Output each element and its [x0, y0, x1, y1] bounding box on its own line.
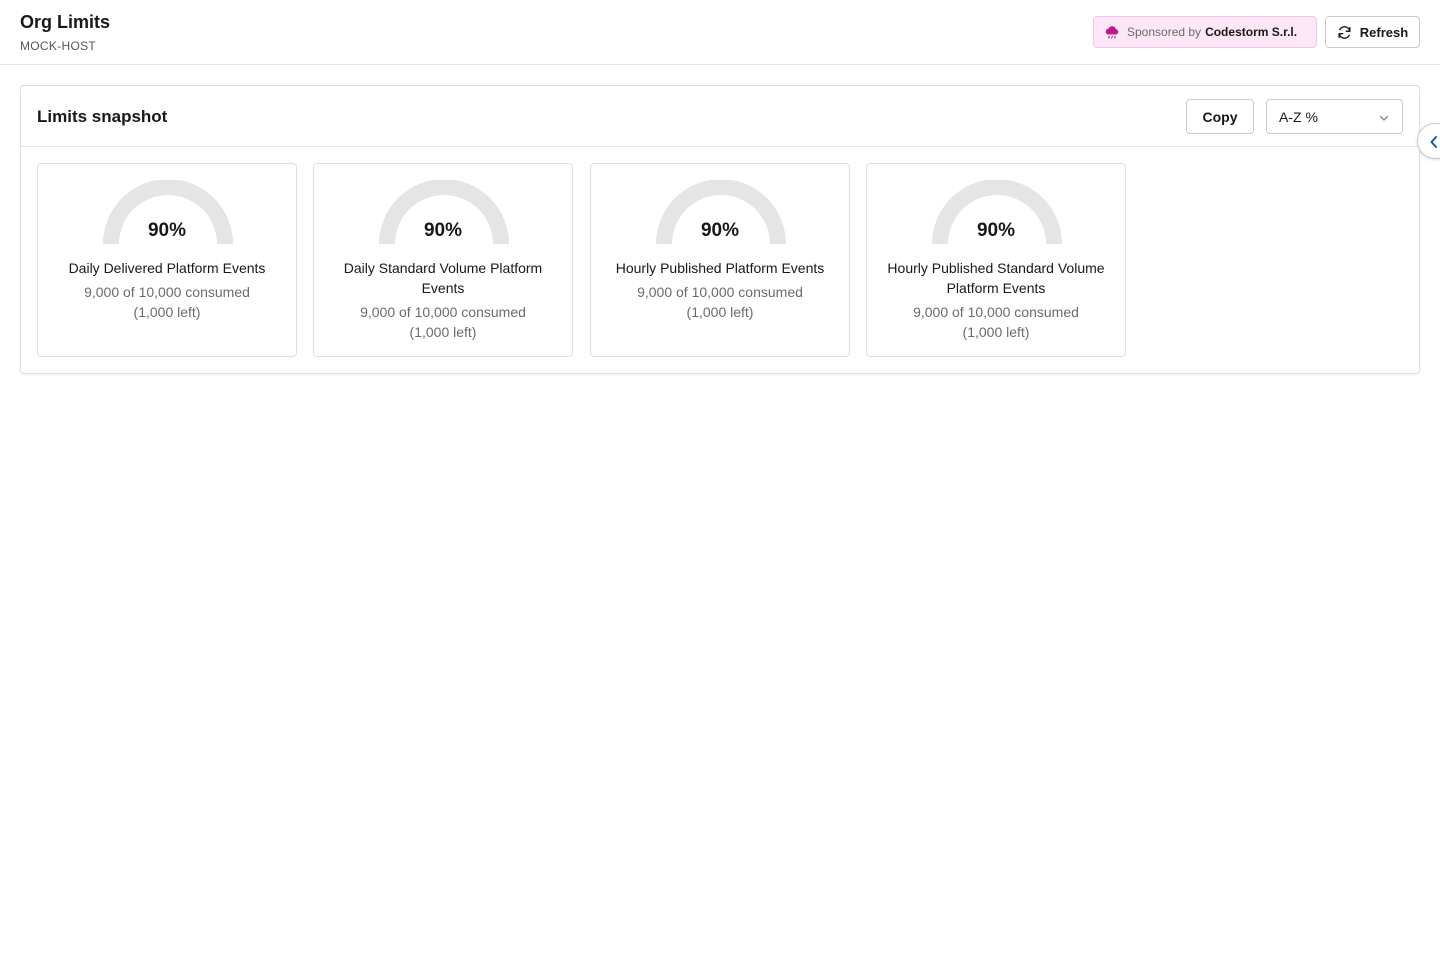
host-name: MOCK-HOST	[20, 39, 97, 53]
limit-name: Daily Standard Volume Platform Events	[343, 260, 543, 296]
copy-button[interactable]: Copy	[1186, 99, 1254, 134]
usage-percent: 90%	[700, 220, 740, 241]
cloud-code-icon	[1105, 26, 1119, 39]
limit-usage: 9,000 of 10,000 consumed	[913, 304, 1079, 320]
usage-percent: 90%	[423, 220, 463, 241]
sponsor-prefix: Sponsored by	[1127, 25, 1202, 39]
card-title: Limits snapshot	[37, 107, 168, 126]
sort-select[interactable]: A-Z %	[1266, 99, 1403, 134]
sort-value: A-Z %	[1279, 108, 1318, 125]
refresh-label: Refresh	[1359, 24, 1409, 40]
limit-name: Hourly Published Platform Events	[615, 260, 825, 276]
limit-remaining: (1,000 left)	[133, 304, 201, 320]
limit-tile: 90% Hourly Published Standard Volume Plat…	[866, 163, 1126, 357]
chevron-down-icon	[1379, 115, 1389, 121]
usage-percent: 90%	[976, 220, 1016, 241]
usage-percent: 90%	[147, 220, 187, 241]
limits-snapshot-card: Limits snapshot Copy A-Z % 90% Daily Deli…	[20, 85, 1420, 374]
limit-name: Daily Delivered Platform Events	[68, 260, 266, 276]
panel-toggle-button[interactable]	[1417, 123, 1440, 159]
limit-tile: 90% Hourly Published Platform Events 9,000…	[590, 163, 850, 357]
limit-remaining: (1,000 left)	[686, 304, 754, 320]
chevron-left-icon	[1430, 136, 1437, 148]
limit-name: Hourly Published Standard Volume Platfor…	[887, 260, 1105, 296]
limit-tile: 90% Daily Standard Volume Platform Events…	[313, 163, 573, 357]
sponsor-name: Codestorm S.r.l.	[1205, 25, 1298, 39]
limit-remaining: (1,000 left)	[409, 324, 477, 340]
limit-usage: 9,000 of 10,000 consumed	[84, 284, 250, 300]
top-bar: Org Limits MOCK-HOST Sponsored by Codest…	[0, 0, 1440, 65]
limit-remaining: (1,000 left)	[962, 324, 1030, 340]
page-title: Org Limits	[20, 12, 111, 32]
limit-tile: 90% Daily Delivered Platform Events 9,000 …	[37, 163, 297, 357]
sponsor-badge[interactable]: Sponsored by Codestorm S.r.l.	[1093, 16, 1317, 48]
refresh-icon	[1338, 25, 1351, 39]
refresh-button[interactable]: Refresh	[1325, 16, 1420, 48]
limit-usage: 9,000 of 10,000 consumed	[360, 304, 526, 320]
card-header: Limits snapshot Copy A-Z %	[21, 86, 1419, 147]
limit-usage: 9,000 of 10,000 consumed	[637, 284, 803, 300]
